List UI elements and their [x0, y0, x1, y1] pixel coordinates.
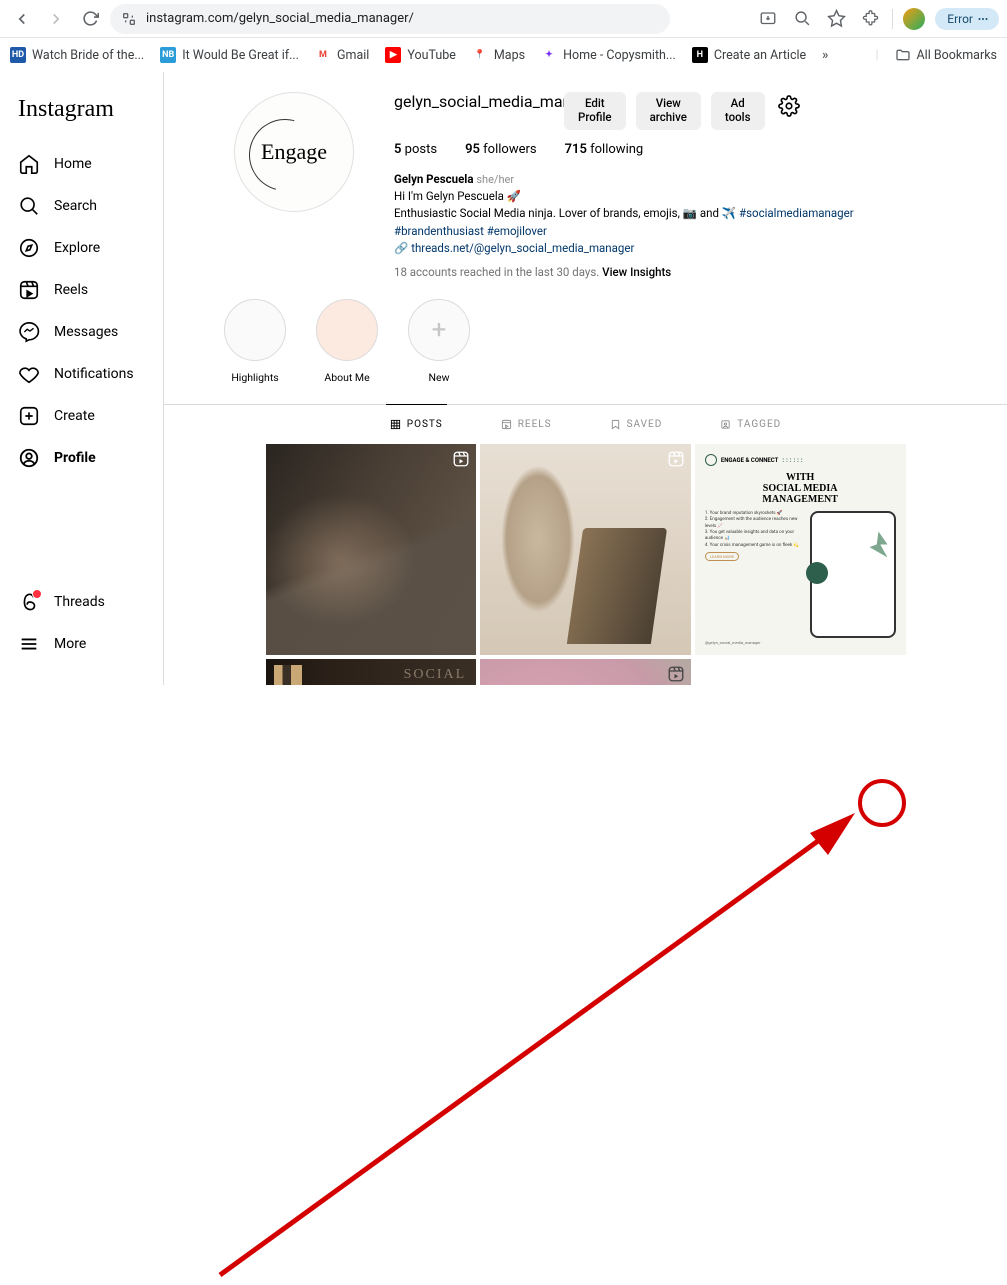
- highlight-item[interactable]: Highlights: [224, 299, 286, 384]
- bookmark-item[interactable]: 📍Maps: [472, 47, 525, 63]
- bookmark-item[interactable]: ✦Home - Copysmith...: [541, 47, 676, 63]
- sidebar-item-more[interactable]: More: [10, 623, 153, 665]
- address-bar[interactable]: instagram.com/gelyn_social_media_manager…: [110, 4, 670, 34]
- sidebar-item-reels[interactable]: Reels: [10, 269, 153, 311]
- profile-icon: [18, 447, 40, 469]
- profile-stats: 5 posts 95 followers 715 following: [394, 142, 967, 157]
- profile-picture[interactable]: Engage: [234, 92, 354, 212]
- browser-toolbar: instagram.com/gelyn_social_media_manager…: [0, 0, 1007, 38]
- home-icon: [18, 153, 40, 175]
- followers-count[interactable]: 95 followers: [465, 142, 537, 157]
- highlight-new[interactable]: +New: [408, 299, 470, 384]
- edit-profile-button[interactable]: Edit Profile: [564, 92, 626, 130]
- bookmark-star-icon[interactable]: [824, 7, 848, 31]
- instagram-app: Instagram Home Search Explore Reels Mess…: [0, 72, 1007, 685]
- view-archive-button[interactable]: View archive: [636, 92, 701, 130]
- all-bookmarks-button[interactable]: All Bookmarks: [895, 47, 998, 63]
- sidebar-item-create[interactable]: Create: [10, 395, 153, 437]
- bookmarks-overflow-icon[interactable]: »: [822, 48, 828, 63]
- post-thumbnail[interactable]: ENGAGE & CONNECT :::::: WITH SOCIAL MEDI…: [695, 444, 906, 655]
- bookmark-item[interactable]: HDWatch Bride of the...: [10, 47, 144, 63]
- tab-tagged[interactable]: TAGGED: [716, 404, 785, 444]
- tab-reels[interactable]: REELS: [497, 404, 556, 444]
- install-app-icon[interactable]: [756, 7, 780, 31]
- menu-icon: [18, 633, 40, 655]
- back-button[interactable]: [8, 5, 36, 33]
- instagram-logo[interactable]: Instagram: [10, 92, 153, 143]
- site-settings-icon[interactable]: [120, 10, 138, 28]
- insights-text: 18 accounts reached in the last 30 days.…: [394, 265, 967, 279]
- hashtag-link[interactable]: #socialmediamanager: [739, 206, 854, 220]
- sidebar-item-profile[interactable]: Profile: [10, 437, 153, 479]
- threads-icon: [18, 591, 40, 613]
- posts-count: 5 posts: [394, 142, 437, 157]
- zoom-icon[interactable]: [790, 7, 814, 31]
- profile-username: gelyn_social_media_manager: [394, 92, 554, 111]
- hashtag-link[interactable]: #brandenthusiast: [394, 224, 484, 238]
- bookmark-item[interactable]: MGmail: [315, 47, 369, 63]
- sidebar-item-threads[interactable]: Threads: [10, 581, 153, 623]
- compass-icon: [18, 237, 40, 259]
- profile-bio: Gelyn Pescuela she/her Hi I'm Gelyn Pesc…: [394, 171, 967, 258]
- extensions-icon[interactable]: [858, 7, 882, 31]
- annotation-circle: [858, 779, 906, 827]
- bookmarks-bar: HDWatch Bride of the... NBIt Would Be Gre…: [0, 38, 1007, 72]
- messenger-icon: [18, 321, 40, 343]
- reel-icon: [667, 450, 685, 472]
- view-insights-link[interactable]: View Insights: [602, 265, 671, 279]
- reel-icon: [452, 450, 470, 472]
- annotation-arrow: [210, 795, 870, 1285]
- profile-avatar[interactable]: [903, 8, 925, 30]
- reel-icon: [667, 665, 685, 685]
- error-badge[interactable]: Error: [935, 8, 999, 30]
- tab-saved[interactable]: SAVED: [606, 404, 667, 444]
- forward-button[interactable]: [42, 5, 70, 33]
- profile-tabs: POSTS REELS SAVED TAGGED: [164, 404, 1007, 444]
- bookmark-item[interactable]: NBIt Would Be Great if...: [160, 47, 299, 63]
- bookmark-item[interactable]: HCreate an Article: [692, 47, 806, 63]
- post-thumbnail[interactable]: [266, 659, 477, 685]
- sidebar-item-search[interactable]: Search: [10, 185, 153, 227]
- sidebar-item-explore[interactable]: Explore: [10, 227, 153, 269]
- sidebar-item-notifications[interactable]: Notifications: [10, 353, 153, 395]
- bookmark-item[interactable]: ▶YouTube: [385, 47, 456, 63]
- plus-square-icon: [18, 405, 40, 427]
- profile-header: Engage gelyn_social_media_manager Edit P…: [164, 72, 1007, 289]
- story-highlights: Highlights About Me +New: [164, 289, 1007, 404]
- settings-gear-button[interactable]: [775, 92, 803, 120]
- threads-link[interactable]: threads.net/@gelyn_social_media_manager: [411, 241, 634, 255]
- reels-icon: [18, 279, 40, 301]
- sidebar: Instagram Home Search Explore Reels Mess…: [0, 72, 164, 685]
- url-text: instagram.com/gelyn_social_media_manager…: [146, 11, 414, 26]
- main-content: Engage gelyn_social_media_manager Edit P…: [164, 72, 1007, 685]
- sidebar-item-home[interactable]: Home: [10, 143, 153, 185]
- posts-grid: ENGAGE & CONNECT :::::: WITH SOCIAL MEDI…: [226, 444, 946, 685]
- highlight-item[interactable]: About Me: [316, 299, 378, 384]
- search-icon: [18, 195, 40, 217]
- reload-button[interactable]: [76, 5, 104, 33]
- post-thumbnail[interactable]: [480, 444, 691, 655]
- post-thumbnail[interactable]: [480, 659, 691, 685]
- post-thumbnail[interactable]: [266, 444, 477, 655]
- hashtag-link[interactable]: #emojilover: [484, 224, 547, 238]
- following-count[interactable]: 715 following: [565, 142, 644, 157]
- sidebar-item-messages[interactable]: Messages: [10, 311, 153, 353]
- tab-posts[interactable]: POSTS: [386, 404, 447, 444]
- link-icon: 🔗: [394, 241, 408, 255]
- heart-icon: [18, 363, 40, 385]
- ad-tools-button[interactable]: Ad tools: [711, 92, 765, 130]
